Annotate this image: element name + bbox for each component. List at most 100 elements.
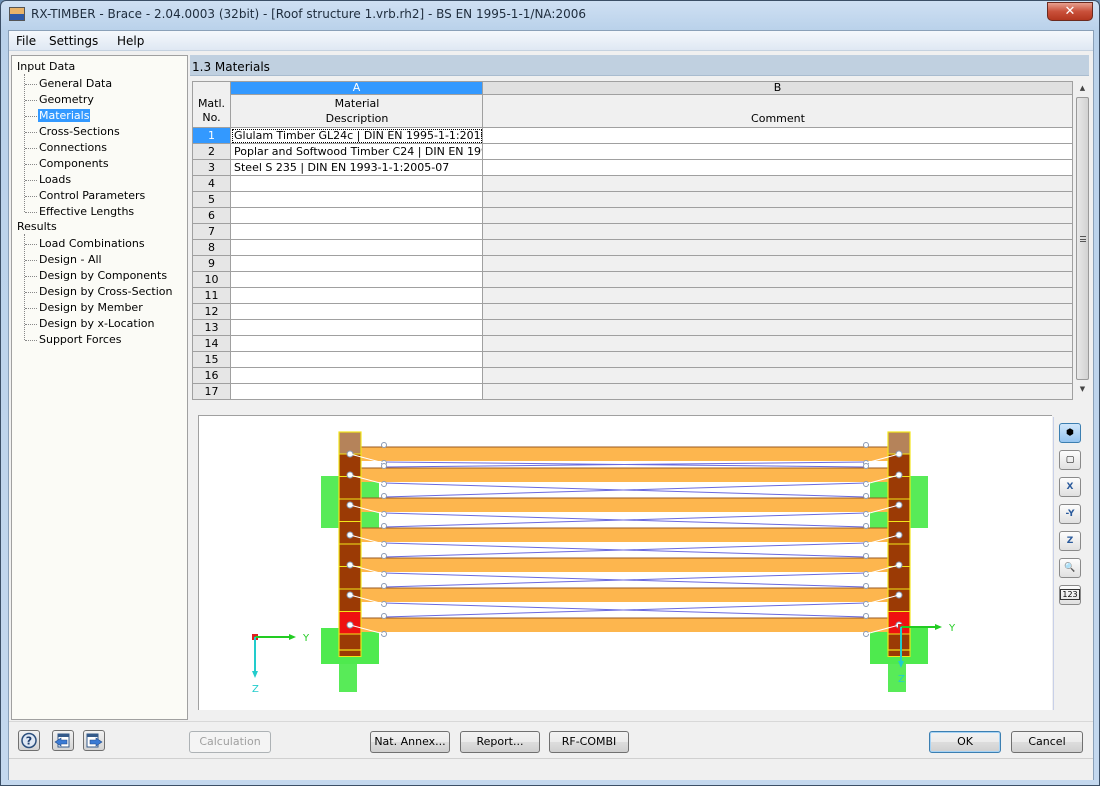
row-number[interactable]: 3 xyxy=(192,160,231,176)
menu-settings[interactable]: Settings xyxy=(49,34,98,48)
comment-cell[interactable] xyxy=(483,352,1073,368)
table-scrollbar[interactable]: ▲ ▼ xyxy=(1075,81,1090,397)
material-description-cell[interactable] xyxy=(231,240,483,256)
comment-cell[interactable] xyxy=(483,128,1073,144)
comment-cell[interactable] xyxy=(483,224,1073,240)
column-letter-b[interactable]: B xyxy=(483,81,1073,95)
comment-cell[interactable] xyxy=(483,240,1073,256)
comment-cell[interactable] xyxy=(483,304,1073,320)
nat-annex-button[interactable]: Nat. Annex... xyxy=(370,731,450,753)
row-number[interactable]: 2 xyxy=(192,144,231,160)
comment-cell[interactable] xyxy=(483,256,1073,272)
material-description-cell[interactable] xyxy=(231,176,483,192)
material-description-cell[interactable] xyxy=(231,304,483,320)
material-description-cell[interactable] xyxy=(231,208,483,224)
row-number[interactable]: 17 xyxy=(192,384,231,400)
view-z-button[interactable]: Z xyxy=(1059,531,1081,551)
rf-combi-button[interactable]: RF-COMBI xyxy=(549,731,629,753)
column-letter-a[interactable]: A xyxy=(231,81,483,95)
view-3d-box-button[interactable]: ▢ xyxy=(1059,450,1081,470)
structure-graphic[interactable]: Y Z Y Z xyxy=(199,416,1053,711)
comment-cell[interactable] xyxy=(483,272,1073,288)
row-number[interactable]: 15 xyxy=(192,352,231,368)
row-number[interactable]: 8 xyxy=(192,240,231,256)
calculation-button[interactable]: Calculation xyxy=(189,731,271,753)
material-description-cell[interactable] xyxy=(231,368,483,384)
row-number[interactable]: 10 xyxy=(192,272,231,288)
report-button[interactable]: Report... xyxy=(460,731,540,753)
row-number[interactable]: 4 xyxy=(192,176,231,192)
scroll-down-icon[interactable]: ▼ xyxy=(1078,385,1087,394)
cancel-button[interactable]: Cancel xyxy=(1011,731,1083,753)
row-number[interactable]: 11 xyxy=(192,288,231,304)
numbering-button[interactable]: 123 xyxy=(1059,585,1081,605)
scroll-up-icon[interactable]: ▲ xyxy=(1078,84,1087,93)
tree-item-support-forces[interactable]: Support Forces xyxy=(38,333,122,346)
comment-cell[interactable] xyxy=(483,144,1073,160)
tree-item-design-by-member[interactable]: Design by Member xyxy=(38,301,144,314)
row-number[interactable]: 13 xyxy=(192,320,231,336)
view-minus-y-button[interactable]: -Y xyxy=(1059,504,1081,524)
material-description-cell[interactable] xyxy=(231,384,483,400)
material-description-cell[interactable] xyxy=(231,224,483,240)
tree-item-load-combinations[interactable]: Load Combinations xyxy=(38,237,146,250)
view-x-button[interactable]: X xyxy=(1059,477,1081,497)
comment-cell[interactable] xyxy=(483,176,1073,192)
section-title: 1.3 Materials xyxy=(190,55,1089,76)
menu-file[interactable]: File xyxy=(16,34,36,48)
comment-cell[interactable] xyxy=(483,160,1073,176)
material-description-cell[interactable] xyxy=(231,336,483,352)
material-description-cell[interactable] xyxy=(231,288,483,304)
zoom-reset-button[interactable]: 🔍 xyxy=(1059,558,1081,578)
next-button[interactable] xyxy=(83,730,105,751)
comment-cell[interactable] xyxy=(483,192,1073,208)
scroll-thumb[interactable] xyxy=(1076,97,1089,380)
tree-item-connections[interactable]: Connections xyxy=(38,141,108,154)
tree-item-general-data[interactable]: General Data xyxy=(38,77,113,90)
tree-item-cross-sections[interactable]: Cross-Sections xyxy=(38,125,121,138)
help-button[interactable]: ? xyxy=(18,730,40,751)
material-description-cell[interactable] xyxy=(231,272,483,288)
comment-cell[interactable] xyxy=(483,320,1073,336)
comment-cell[interactable] xyxy=(483,384,1073,400)
material-description-cell[interactable]: Glulam Timber GL24c | DIN EN 1995-1-1:20… xyxy=(231,128,483,144)
tree-group-results[interactable]: Results xyxy=(17,220,57,233)
brace-node xyxy=(863,523,869,529)
tree-connector xyxy=(25,84,37,85)
material-description-cell[interactable]: Poplar and Softwood Timber C24 | DIN EN … xyxy=(231,144,483,160)
material-description-cell[interactable] xyxy=(231,352,483,368)
graphic-viewport[interactable]: Y Z Y Z xyxy=(198,415,1052,710)
row-number[interactable]: 16 xyxy=(192,368,231,384)
tree-item-geometry[interactable]: Geometry xyxy=(38,93,95,106)
tree-item-loads[interactable]: Loads xyxy=(38,173,72,186)
row-number[interactable]: 14 xyxy=(192,336,231,352)
comment-cell[interactable] xyxy=(483,336,1073,352)
tree-item-components[interactable]: Components xyxy=(38,157,110,170)
comment-cell[interactable] xyxy=(483,288,1073,304)
row-number[interactable]: 6 xyxy=(192,208,231,224)
tree-item-effective-lengths[interactable]: Effective Lengths xyxy=(38,205,135,218)
tree-item-design-by-cross-section[interactable]: Design by Cross-Section xyxy=(38,285,173,298)
previous-button[interactable] xyxy=(52,730,74,751)
material-description-cell[interactable] xyxy=(231,256,483,272)
tree-item-materials[interactable]: Materials xyxy=(38,109,91,122)
view-iso-button[interactable]: ⬢ xyxy=(1059,423,1081,443)
ok-button[interactable]: OK xyxy=(929,731,1001,753)
tree-item-design-by-components[interactable]: Design by Components xyxy=(38,269,168,282)
row-number[interactable]: 9 xyxy=(192,256,231,272)
tree-item-control-parameters[interactable]: Control Parameters xyxy=(38,189,146,202)
row-number[interactable]: 12 xyxy=(192,304,231,320)
tree-group-input-data[interactable]: Input Data xyxy=(17,60,75,73)
material-description-cell[interactable] xyxy=(231,320,483,336)
row-number[interactable]: 7 xyxy=(192,224,231,240)
row-number[interactable]: 5 xyxy=(192,192,231,208)
close-button[interactable]: ✕ xyxy=(1047,2,1093,21)
menu-help[interactable]: Help xyxy=(117,34,144,48)
material-description-cell[interactable] xyxy=(231,192,483,208)
tree-item-design-by-x-location[interactable]: Design by x-Location xyxy=(38,317,155,330)
material-description-cell[interactable]: Steel S 235 | DIN EN 1993-1-1:2005-07 xyxy=(231,160,483,176)
tree-item-design-all[interactable]: Design - All xyxy=(38,253,103,266)
row-number[interactable]: 1 xyxy=(192,128,231,144)
comment-cell[interactable] xyxy=(483,368,1073,384)
comment-cell[interactable] xyxy=(483,208,1073,224)
